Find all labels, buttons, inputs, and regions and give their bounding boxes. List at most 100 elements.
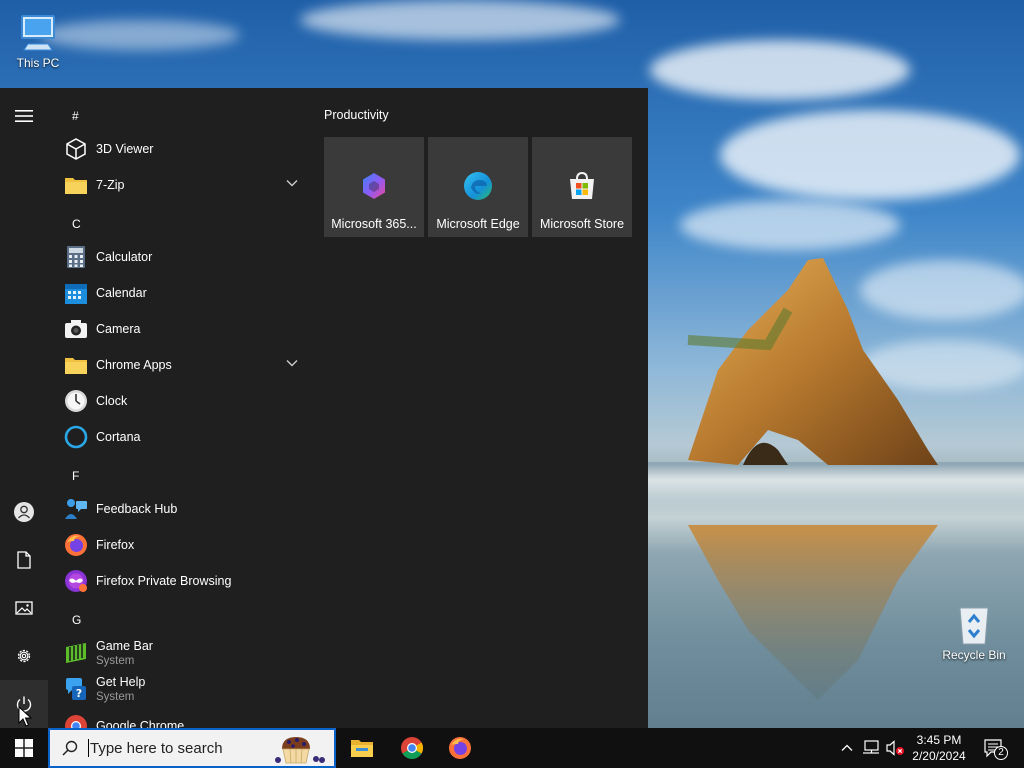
app-google-chrome[interactable]: Google Chrome <box>56 708 306 728</box>
tile-microsoft-store[interactable]: Microsoft Store <box>532 137 632 237</box>
taskbar-firefox[interactable] <box>436 728 484 768</box>
app-3d-viewer[interactable]: 3D Viewer <box>56 131 306 167</box>
search-box[interactable]: Type here to search <box>48 728 336 768</box>
app-cortana[interactable]: Cortana <box>56 419 306 455</box>
firefox-private-icon <box>65 570 87 592</box>
app-7-zip[interactable]: 7-Zip <box>56 167 306 203</box>
desktop-icon-this-pc[interactable]: This PC <box>0 10 76 70</box>
start-menu: # 3D Viewer 7-Zip C Calculator Calendar … <box>0 88 648 728</box>
clock-time: 3:45 PM <box>916 733 962 747</box>
search-placeholder: Type here to search <box>90 739 223 757</box>
app-subtitle: System <box>96 654 135 667</box>
calendar-icon <box>65 284 87 304</box>
app-name: Firefox <box>96 537 135 552</box>
tile-microsoft-365[interactable]: Microsoft 365... <box>324 137 424 237</box>
search-highlight-muffin-icon <box>275 737 325 764</box>
chrome-icon <box>401 737 423 759</box>
camera-icon <box>65 320 87 338</box>
tile-group-title[interactable]: Productivity <box>324 108 389 122</box>
network-button[interactable] <box>860 728 882 768</box>
pictures-button[interactable] <box>0 584 48 632</box>
svg-text:?: ? <box>76 687 82 700</box>
app-name: Cortana <box>96 429 141 444</box>
desktop-icon-recycle-bin[interactable]: Recycle Bin <box>936 602 1012 662</box>
app-list-header-c[interactable]: C <box>72 206 102 242</box>
3d-viewer-icon <box>66 138 86 160</box>
tile-label: Microsoft Edge <box>436 217 520 231</box>
app-game-bar[interactable]: Game Bar System <box>56 635 306 671</box>
clock-date: 2/20/2024 <box>912 749 966 763</box>
app-name: Feedback Hub <box>96 501 178 516</box>
network-icon <box>863 740 879 754</box>
feedback-hub-icon <box>65 499 87 519</box>
app-camera[interactable]: Camera <box>56 311 306 347</box>
volume-muted-icon <box>886 740 904 756</box>
documents-icon <box>17 551 31 569</box>
start-button[interactable] <box>0 728 48 768</box>
settings-button[interactable] <box>0 632 48 680</box>
app-list-header-f[interactable]: F <box>72 458 102 494</box>
user-icon <box>14 502 34 522</box>
app-name: Calendar <box>96 285 147 300</box>
app-name: Clock <box>96 393 128 408</box>
app-name: Chrome Apps <box>96 357 172 372</box>
app-clock[interactable]: Clock <box>56 383 306 419</box>
mouse-cursor-icon <box>18 706 32 727</box>
app-name: Firefox Private Browsing <box>96 573 232 588</box>
user-account-button[interactable] <box>0 488 48 536</box>
desktop-icon-label: Recycle Bin <box>942 648 1006 662</box>
chevron-up-icon <box>841 744 853 751</box>
app-subtitle: System <box>96 690 135 703</box>
tile-microsoft-edge[interactable]: Microsoft Edge <box>428 137 528 237</box>
calculator-icon <box>67 246 85 268</box>
file-explorer-icon <box>351 740 373 757</box>
menu-icon <box>15 110 33 122</box>
taskbar-chrome[interactable] <box>388 728 436 768</box>
app-calculator[interactable]: Calculator <box>56 239 306 275</box>
desktop-icon-label: This PC <box>16 56 60 70</box>
app-name: 7-Zip <box>96 177 125 192</box>
app-name: Camera <box>96 321 141 336</box>
search-icon <box>62 740 78 756</box>
app-firefox-private[interactable]: Firefox Private Browsing <box>56 563 306 599</box>
notification-count-badge: 2 <box>994 746 1008 760</box>
folder-icon <box>65 358 87 374</box>
documents-button[interactable] <box>0 536 48 584</box>
game-bar-icon <box>66 643 86 663</box>
app-list-header-hash[interactable]: # <box>72 98 102 134</box>
app-feedback-hub[interactable]: Feedback Hub <box>56 491 306 527</box>
tile-label: Microsoft Store <box>539 217 625 231</box>
edge-icon <box>464 172 492 200</box>
app-chrome-apps[interactable]: Chrome Apps <box>56 347 306 383</box>
clock-icon <box>65 390 87 412</box>
folder-icon <box>65 178 87 194</box>
firefox-icon <box>449 737 471 759</box>
chevron-down-icon <box>286 360 298 367</box>
app-calendar[interactable]: Calendar <box>56 275 306 311</box>
action-center-button[interactable]: 2 <box>976 728 1012 768</box>
start-rail <box>0 88 48 728</box>
chevron-down-icon <box>286 180 298 187</box>
firefox-icon <box>65 534 87 556</box>
taskbar: Type here to search 3:45 PM 2/20/2024 2 <box>0 728 1024 768</box>
app-get-help[interactable]: ? Get Help System <box>56 671 306 707</box>
app-name: Calculator <box>96 249 153 264</box>
app-name: Game Bar <box>96 638 153 653</box>
text-caret <box>88 739 89 757</box>
taskbar-file-explorer[interactable] <box>338 728 386 768</box>
expand-menu-button[interactable] <box>0 92 48 140</box>
system-clock[interactable]: 3:45 PM 2/20/2024 <box>906 732 972 764</box>
cortana-icon <box>64 425 88 449</box>
windows-logo-icon <box>15 739 33 757</box>
app-list: # 3D Viewer 7-Zip C Calculator Calendar … <box>56 88 312 728</box>
app-list-header-g[interactable]: G <box>72 602 102 638</box>
get-help-icon: ? <box>66 678 86 700</box>
app-firefox[interactable]: Firefox <box>56 527 306 563</box>
computer-icon <box>21 15 55 51</box>
recycle-bin-icon <box>959 607 989 645</box>
show-hidden-icons-button[interactable] <box>836 728 858 768</box>
microsoft-365-icon <box>363 173 385 199</box>
volume-button[interactable] <box>884 728 906 768</box>
pictures-icon <box>15 601 33 615</box>
tile-label: Microsoft 365... <box>331 217 417 231</box>
